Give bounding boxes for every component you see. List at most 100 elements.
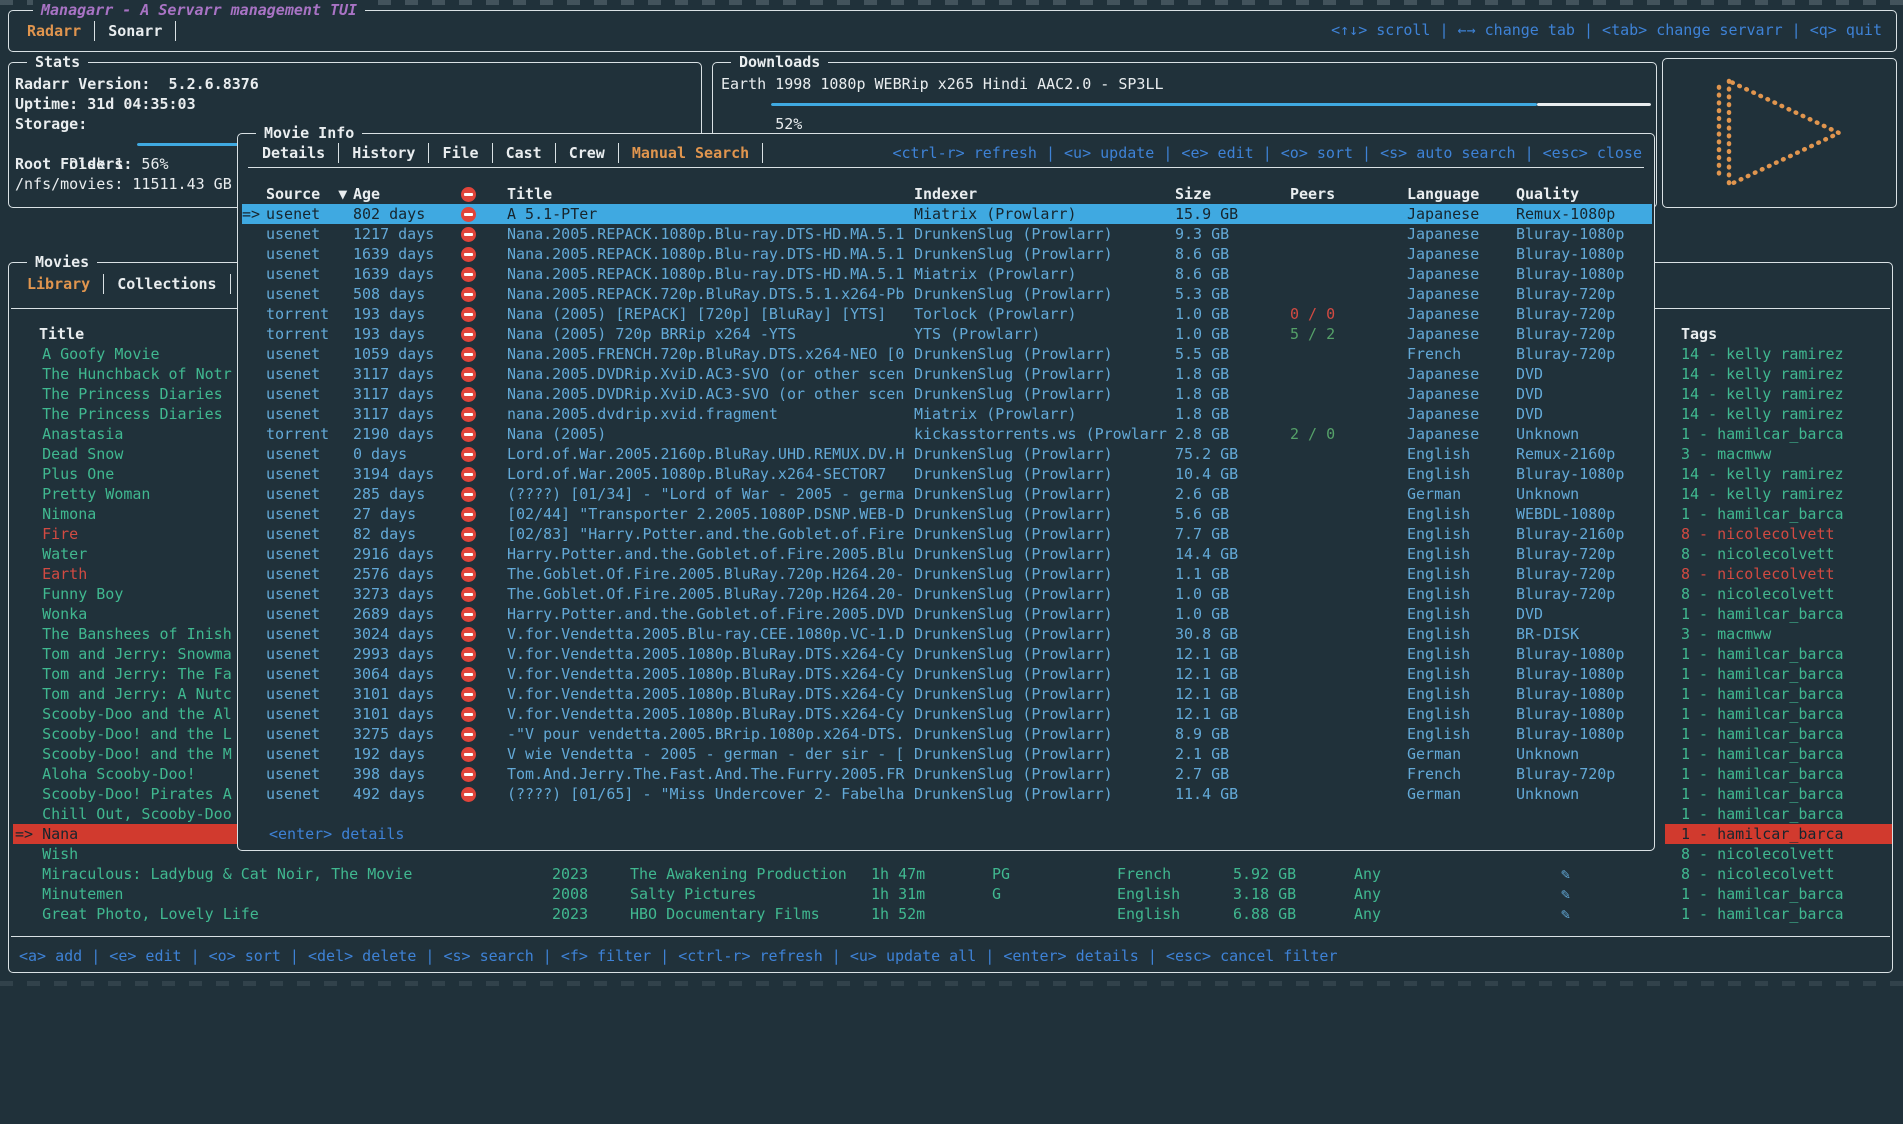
uptime: Uptime: 31d 04:35:03 (15, 94, 695, 114)
search-result-row[interactable]: usenet 192 days V wie Vendetta - 2005 - … (242, 744, 1652, 764)
title-column-header[interactable]: Title (507, 184, 552, 204)
download-progress-row: 52% (721, 94, 1648, 114)
search-result-row[interactable]: usenet 3273 days The.Goblet.Of.Fire.2005… (242, 584, 1652, 604)
tag-row[interactable]: 1 - hamilcar_barca (1665, 724, 1892, 744)
language-cell: Japanese (1407, 324, 1479, 344)
search-result-row[interactable]: usenet 3117 days nana.2005.dvdrip.xvid.f… (242, 404, 1652, 424)
tag-row[interactable]: 1 - hamilcar_barca (1665, 704, 1892, 724)
movie-info-tab[interactable]: Cast (502, 142, 546, 164)
search-result-row[interactable]: torrent 193 days Nana (2005) [REPACK] [7… (242, 304, 1652, 324)
tag-row[interactable]: 1 - hamilcar_barca (1665, 904, 1892, 924)
tag-row[interactable]: 1 - hamilcar_barca (1665, 424, 1892, 444)
search-result-row[interactable]: usenet 2916 days Harry.Potter.and.the.Go… (242, 544, 1652, 564)
search-result-row[interactable]: usenet 1217 days Nana.2005.REPACK.1080p.… (242, 224, 1652, 244)
tag-row[interactable]: 14 - kelly ramirez (1665, 484, 1892, 504)
servarr-tab[interactable]: Sonarr (104, 20, 166, 42)
tag-row[interactable]: 14 - kelly ramirez (1665, 404, 1892, 424)
tag-row[interactable]: 14 - kelly ramirez (1665, 364, 1892, 384)
movie-info-tab[interactable]: File (438, 142, 482, 164)
search-result-row[interactable]: usenet 3064 days V.for.Vendetta.2005.108… (242, 664, 1652, 684)
tag-row[interactable]: 14 - kelly ramirez (1665, 384, 1892, 404)
search-result-row[interactable]: usenet 3275 days -"V pour vendetta.2005.… (242, 724, 1652, 744)
age-cell: 398 days (353, 764, 425, 784)
search-result-row[interactable]: usenet 82 days [02/83] "Harry.Potter.and… (242, 524, 1652, 544)
source-cell: usenet (266, 664, 320, 684)
language-cell: English (1407, 704, 1470, 724)
tag-row[interactable]: 1 - hamilcar_barca (1665, 784, 1892, 804)
tag-row[interactable]: 3 - macmww (1665, 444, 1892, 464)
quality-column-header[interactable]: Quality (1516, 184, 1579, 204)
search-result-row[interactable]: usenet 3117 days Nana.2005.DVDRip.XviD.A… (242, 384, 1652, 404)
rejected-icon (461, 547, 476, 562)
tag-row[interactable]: 14 - kelly ramirez (1665, 344, 1892, 364)
source-column-header[interactable]: Source ▼ (266, 184, 347, 204)
indexer-cell: DrunkenSlug (Prowlarr) (914, 504, 1172, 524)
movie-info-tab[interactable]: Crew (565, 142, 609, 164)
tag-row[interactable]: 8 - nicolecolvett (1665, 544, 1892, 564)
tag-row[interactable]: 1 - hamilcar_barca (1665, 664, 1892, 684)
tag-row[interactable]: 1 - hamilcar_barca (1665, 644, 1892, 664)
source-cell: usenet (266, 704, 320, 724)
indexer-cell: DrunkenSlug (Prowlarr) (914, 584, 1172, 604)
movie-info-tab[interactable]: Details (258, 142, 329, 164)
search-result-row[interactable]: usenet 0 days Lord.of.War.2005.2160p.Blu… (242, 444, 1652, 464)
age-cell: 2689 days (353, 604, 434, 624)
tag-row[interactable]: 1 - hamilcar_barca (1665, 804, 1892, 824)
search-result-row[interactable]: usenet 3101 days V.for.Vendetta.2005.108… (242, 684, 1652, 704)
rejection-cell (461, 244, 476, 264)
tag-row[interactable]: 8 - nicolecolvett (1665, 524, 1892, 544)
servarr-tab[interactable]: Radarr (23, 20, 85, 42)
search-result-row[interactable]: usenet 285 days (????) [01/34] - "Lord o… (242, 484, 1652, 504)
search-result-row[interactable]: usenet 3117 days Nana.2005.DVDRip.XviD.A… (242, 364, 1652, 384)
language-column-header[interactable]: Language (1407, 184, 1479, 204)
download-item-title: Earth 1998 1080p WEBRip x265 Hindi AAC2.… (721, 74, 1648, 94)
search-result-row[interactable]: usenet 508 days Nana.2005.REPACK.720p.Bl… (242, 284, 1652, 304)
rejected-icon (461, 567, 476, 582)
search-result-row[interactable]: usenet 2576 days The.Goblet.Of.Fire.2005… (242, 564, 1652, 584)
movie-title-cell: Plus One (13, 464, 114, 484)
search-result-row[interactable]: torrent 2190 days Nana (2005) kickasstor… (242, 424, 1652, 444)
tag-row[interactable]: 1 - hamilcar_barca (1665, 504, 1892, 524)
movie-info-tab[interactable]: Manual Search (628, 142, 753, 164)
search-result-row[interactable]: usenet 1059 days Nana.2005.FRENCH.720p.B… (242, 344, 1652, 364)
search-result-row[interactable]: torrent 193 days Nana (2005) 720p BRRip … (242, 324, 1652, 344)
tag-row[interactable]: 14 - kelly ramirez (1665, 464, 1892, 484)
rejected-icon (461, 747, 476, 762)
age-cell: 2916 days (353, 544, 434, 564)
tag-row[interactable]: 3 - macmww (1665, 624, 1892, 644)
tag-row[interactable]: 1 - hamilcar_barca (1665, 884, 1892, 904)
search-result-row[interactable]: usenet 3101 days V.for.Vendetta.2005.108… (242, 704, 1652, 724)
search-result-row[interactable]: usenet 3194 days Lord.of.War.2005.1080p.… (242, 464, 1652, 484)
tag-row[interactable]: 1 - hamilcar_barca (1665, 744, 1892, 764)
tag-row[interactable]: 8 - nicolecolvett (1665, 584, 1892, 604)
movie-info-tab[interactable]: History (348, 142, 419, 164)
movies-tab[interactable]: Library (23, 273, 94, 295)
tag-row[interactable]: 8 - nicolecolvett (1665, 864, 1892, 884)
tag-row[interactable]: 8 - nicolecolvett (1665, 564, 1892, 584)
tag-row[interactable]: 8 - nicolecolvett (1665, 844, 1892, 864)
tag-row[interactable]: 1 - hamilcar_barca (1665, 764, 1892, 784)
search-result-row[interactable]: usenet 27 days [02/44] "Transporter 2.20… (242, 504, 1652, 524)
search-result-row[interactable]: usenet 2993 days V.for.Vendetta.2005.108… (242, 644, 1652, 664)
search-result-row[interactable]: usenet 1639 days Nana.2005.REPACK.1080p.… (242, 244, 1652, 264)
age-column-header[interactable]: Age (353, 184, 380, 204)
movie-size-cell: 3.18 GB (1233, 884, 1296, 904)
size-column-header[interactable]: Size (1175, 184, 1211, 204)
search-result-row[interactable]: usenet 2689 days Harry.Potter.and.the.Go… (242, 604, 1652, 624)
language-cell: Japanese (1407, 384, 1479, 404)
tag-row[interactable]: 1 - hamilcar_barca (1665, 824, 1892, 844)
rejected-icon (461, 307, 476, 322)
search-result-row[interactable]: usenet 1639 days Nana.2005.REPACK.1080p.… (242, 264, 1652, 284)
selection-arrow: => (242, 204, 260, 224)
tag-row[interactable]: 1 - hamilcar_barca (1665, 684, 1892, 704)
search-result-row[interactable]: usenet 492 days (????) [01/65] - "Miss U… (242, 784, 1652, 804)
tag-row[interactable]: 1 - hamilcar_barca (1665, 604, 1892, 624)
search-result-row[interactable]: usenet 3024 days V.for.Vendetta.2005.Blu… (242, 624, 1652, 644)
age-cell: 1059 days (353, 344, 434, 364)
indexer-column-header[interactable]: Indexer (914, 184, 977, 204)
search-result-row[interactable]: usenet 398 days Tom.And.Jerry.The.Fast.A… (242, 764, 1652, 784)
peers-column-header[interactable]: Peers (1290, 184, 1335, 204)
indexer-cell: DrunkenSlug (Prowlarr) (914, 224, 1172, 244)
movies-tab[interactable]: Collections (113, 273, 220, 295)
search-result-row[interactable]: => usenet 802 days A 5.1-PTer Miatrix (P… (242, 204, 1652, 224)
